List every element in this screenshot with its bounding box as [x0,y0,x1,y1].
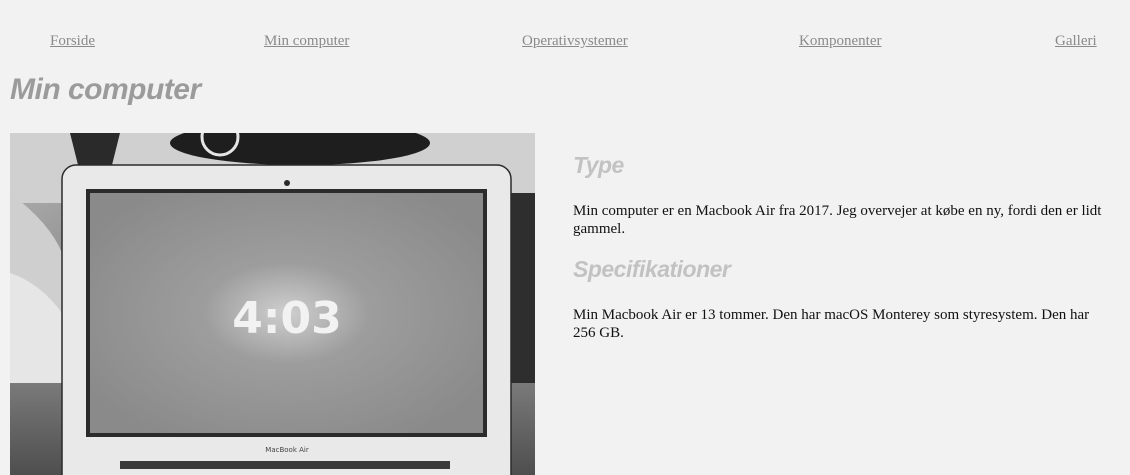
laptop-brand-label: MacBook Air [265,446,309,454]
laptop-photo-illustration: 4:03 MacBook Air [10,133,535,475]
nav-link-galleri[interactable]: Galleri [1055,33,1097,50]
nav-link-forside[interactable]: Forside [50,33,95,50]
section-text-type: Min computer er en Macbook Air fra 2017.… [573,203,1102,237]
section-heading-type: Type [573,152,624,178]
page-title: Min computer [10,73,201,106]
main-nav: Forside Min computer Operativsystemer Ko… [0,33,1130,53]
section-heading-specifikationer: Specifikationer [573,256,731,282]
section-text-specifikationer: Min Macbook Air er 13 tommer. Den har ma… [573,307,1090,341]
nav-link-komponenter[interactable]: Komponenter [799,33,881,50]
screen-clock: 4:03 [232,293,341,344]
nav-link-operativsystemer[interactable]: Operativsystemer [522,33,628,50]
nav-link-min-computer[interactable]: Min computer [264,33,349,50]
laptop-photo: 4:03 MacBook Air [10,133,535,475]
